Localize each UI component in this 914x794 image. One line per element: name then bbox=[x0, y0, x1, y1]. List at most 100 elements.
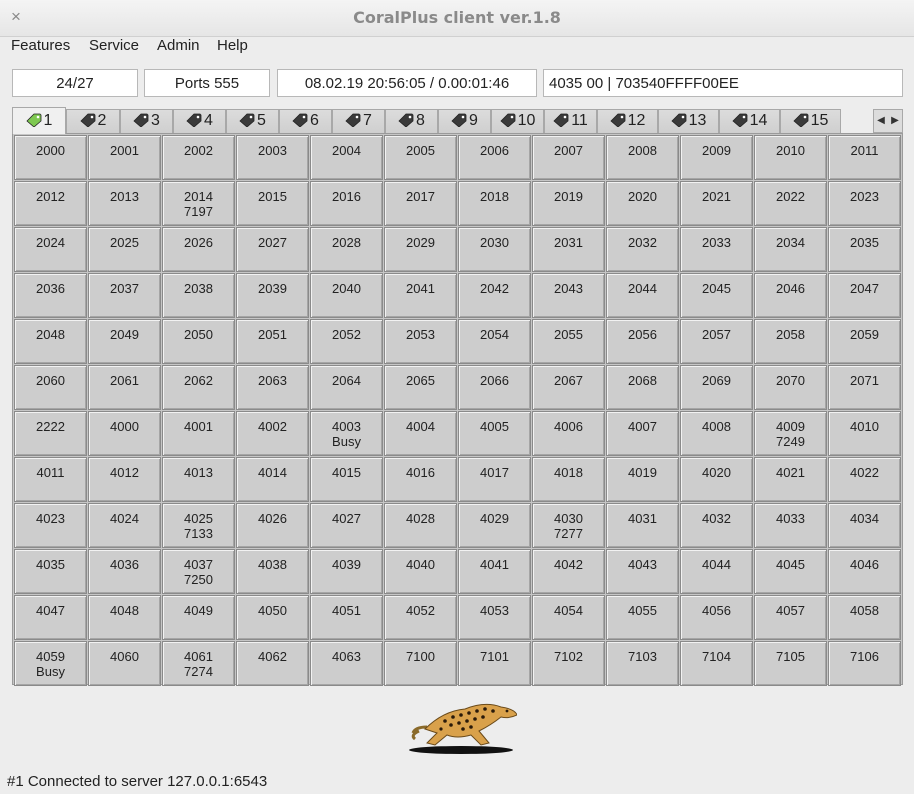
extension-cell-2066[interactable]: 2066 bbox=[458, 365, 531, 410]
extension-cell-2019[interactable]: 2019 bbox=[532, 181, 605, 226]
extension-cell-2020[interactable]: 2020 bbox=[606, 181, 679, 226]
tab-11[interactable]: 11 bbox=[544, 109, 597, 133]
extension-cell-7102[interactable]: 7102 bbox=[532, 641, 605, 686]
extension-cell-7101[interactable]: 7101 bbox=[458, 641, 531, 686]
extension-cell-2029[interactable]: 2029 bbox=[384, 227, 457, 272]
extension-cell-4036[interactable]: 4036 bbox=[88, 549, 161, 594]
extension-cell-4023[interactable]: 4023 bbox=[14, 503, 87, 548]
extension-cell-4043[interactable]: 4043 bbox=[606, 549, 679, 594]
extension-cell-2037[interactable]: 2037 bbox=[88, 273, 161, 318]
extension-cell-4001[interactable]: 4001 bbox=[162, 411, 235, 456]
extension-cell-4014[interactable]: 4014 bbox=[236, 457, 309, 502]
extension-cell-4029[interactable]: 4029 bbox=[458, 503, 531, 548]
extension-cell-7100[interactable]: 7100 bbox=[384, 641, 457, 686]
extension-cell-2055[interactable]: 2055 bbox=[532, 319, 605, 364]
extension-cell-4047[interactable]: 4047 bbox=[14, 595, 87, 640]
extension-cell-4024[interactable]: 4024 bbox=[88, 503, 161, 548]
extension-cell-2069[interactable]: 2069 bbox=[680, 365, 753, 410]
extension-cell-2021[interactable]: 2021 bbox=[680, 181, 753, 226]
extension-cell-4006[interactable]: 4006 bbox=[532, 411, 605, 456]
extension-cell-4016[interactable]: 4016 bbox=[384, 457, 457, 502]
extension-cell-2059[interactable]: 2059 bbox=[828, 319, 901, 364]
extension-cell-2064[interactable]: 2064 bbox=[310, 365, 383, 410]
extension-cell-2030[interactable]: 2030 bbox=[458, 227, 531, 272]
tab-13[interactable]: 13 bbox=[658, 109, 719, 133]
extension-cell-4027[interactable]: 4027 bbox=[310, 503, 383, 548]
extension-cell-2067[interactable]: 2067 bbox=[532, 365, 605, 410]
extension-cell-4063[interactable]: 4063 bbox=[310, 641, 383, 686]
extension-cell-7106[interactable]: 7106 bbox=[828, 641, 901, 686]
extension-cell-2041[interactable]: 2041 bbox=[384, 273, 457, 318]
extension-cell-2001[interactable]: 2001 bbox=[88, 135, 161, 180]
extension-cell-4020[interactable]: 4020 bbox=[680, 457, 753, 502]
tab-10[interactable]: 10 bbox=[491, 109, 544, 133]
extension-cell-4002[interactable]: 4002 bbox=[236, 411, 309, 456]
extension-cell-4028[interactable]: 4028 bbox=[384, 503, 457, 548]
extension-cell-4034[interactable]: 4034 bbox=[828, 503, 901, 548]
extension-cell-4057[interactable]: 4057 bbox=[754, 595, 827, 640]
extension-cell-2012[interactable]: 2012 bbox=[14, 181, 87, 226]
tab-15[interactable]: 15 bbox=[780, 109, 841, 133]
tab-7[interactable]: 7 bbox=[332, 109, 385, 133]
extension-cell-2017[interactable]: 2017 bbox=[384, 181, 457, 226]
extension-cell-4045[interactable]: 4045 bbox=[754, 549, 827, 594]
extension-cell-4037[interactable]: 4037 7250 bbox=[162, 549, 235, 594]
menu-help[interactable]: Help bbox=[217, 37, 248, 54]
extension-cell-2071[interactable]: 2071 bbox=[828, 365, 901, 410]
extension-cell-4015[interactable]: 4015 bbox=[310, 457, 383, 502]
scroll-right-icon[interactable]: ▶ bbox=[888, 115, 902, 126]
extension-cell-4052[interactable]: 4052 bbox=[384, 595, 457, 640]
extension-cell-4018[interactable]: 4018 bbox=[532, 457, 605, 502]
tab-scroll-arrows[interactable]: ◀ ▶ bbox=[873, 109, 903, 133]
menu-admin[interactable]: Admin bbox=[157, 37, 200, 54]
extension-cell-4062[interactable]: 4062 bbox=[236, 641, 309, 686]
tab-6[interactable]: 6 bbox=[279, 109, 332, 133]
extension-cell-4017[interactable]: 4017 bbox=[458, 457, 531, 502]
extension-cell-2046[interactable]: 2046 bbox=[754, 273, 827, 318]
extension-cell-4054[interactable]: 4054 bbox=[532, 595, 605, 640]
extension-cell-2009[interactable]: 2009 bbox=[680, 135, 753, 180]
extension-cell-2038[interactable]: 2038 bbox=[162, 273, 235, 318]
tab-8[interactable]: 8 bbox=[385, 109, 438, 133]
menu-features[interactable]: Features bbox=[11, 37, 70, 54]
extension-cell-2042[interactable]: 2042 bbox=[458, 273, 531, 318]
extension-cell-2023[interactable]: 2023 bbox=[828, 181, 901, 226]
extension-cell-4031[interactable]: 4031 bbox=[606, 503, 679, 548]
extension-cell-2013[interactable]: 2013 bbox=[88, 181, 161, 226]
extension-cell-2011[interactable]: 2011 bbox=[828, 135, 901, 180]
extension-cell-2062[interactable]: 2062 bbox=[162, 365, 235, 410]
extension-cell-4035[interactable]: 4035 bbox=[14, 549, 87, 594]
extension-cell-2014[interactable]: 2014 7197 bbox=[162, 181, 235, 226]
extension-cell-2025[interactable]: 2025 bbox=[88, 227, 161, 272]
extension-cell-4030[interactable]: 4030 7277 bbox=[532, 503, 605, 548]
extension-cell-2058[interactable]: 2058 bbox=[754, 319, 827, 364]
extension-cell-2036[interactable]: 2036 bbox=[14, 273, 87, 318]
extension-cell-2065[interactable]: 2065 bbox=[384, 365, 457, 410]
extension-cell-2000[interactable]: 2000 bbox=[14, 135, 87, 180]
extension-cell-2049[interactable]: 2049 bbox=[88, 319, 161, 364]
extension-cell-4025[interactable]: 4025 7133 bbox=[162, 503, 235, 548]
extension-cell-4044[interactable]: 4044 bbox=[680, 549, 753, 594]
extension-cell-2063[interactable]: 2063 bbox=[236, 365, 309, 410]
extension-cell-4060[interactable]: 4060 bbox=[88, 641, 161, 686]
extension-cell-2005[interactable]: 2005 bbox=[384, 135, 457, 180]
extension-cell-2052[interactable]: 2052 bbox=[310, 319, 383, 364]
extension-cell-4033[interactable]: 4033 bbox=[754, 503, 827, 548]
extension-cell-2056[interactable]: 2056 bbox=[606, 319, 679, 364]
extension-cell-2061[interactable]: 2061 bbox=[88, 365, 161, 410]
extension-cell-2070[interactable]: 2070 bbox=[754, 365, 827, 410]
extension-cell-2043[interactable]: 2043 bbox=[532, 273, 605, 318]
extension-cell-2033[interactable]: 2033 bbox=[680, 227, 753, 272]
tab-9[interactable]: 9 bbox=[438, 109, 491, 133]
extension-cell-4010[interactable]: 4010 bbox=[828, 411, 901, 456]
extension-cell-4059[interactable]: 4059 Busy bbox=[14, 641, 87, 686]
extension-cell-4019[interactable]: 4019 bbox=[606, 457, 679, 502]
extension-cell-4008[interactable]: 4008 bbox=[680, 411, 753, 456]
extension-cell-2027[interactable]: 2027 bbox=[236, 227, 309, 272]
extension-cell-4013[interactable]: 4013 bbox=[162, 457, 235, 502]
extension-cell-4012[interactable]: 4012 bbox=[88, 457, 161, 502]
extension-cell-7105[interactable]: 7105 bbox=[754, 641, 827, 686]
extension-cell-2018[interactable]: 2018 bbox=[458, 181, 531, 226]
extension-cell-4038[interactable]: 4038 bbox=[236, 549, 309, 594]
extension-cell-4046[interactable]: 4046 bbox=[828, 549, 901, 594]
